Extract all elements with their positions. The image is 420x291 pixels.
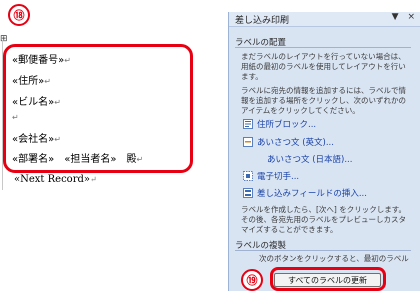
section-divider (235, 47, 411, 48)
address-block-icon (243, 119, 253, 129)
insert-merge-field-link[interactable]: 差し込みフィールドの挿入... (243, 187, 367, 199)
merge-field-company[interactable]: «会社名»↵ (12, 130, 61, 145)
document-area[interactable]: ⑱ ⊞ «郵便番号»↵ «住所»↵ «ビル名»↵ ↵ «会社名»↵ «部署名» … (0, 0, 226, 291)
field-text: «ビル名» (12, 97, 55, 108)
paragraph-mark: ↵ (54, 98, 61, 107)
address-block-link[interactable]: 住所ブロック... (243, 118, 316, 130)
add-info-description: ラベルに宛先の情報を追加するには、ラベルで情報を追加する場所をクリックし、次のい… (241, 86, 406, 115)
link-label: あいさつ文 (日本語)... (267, 155, 353, 165)
paragraph-mark: ↵ (54, 135, 61, 144)
link-label: 差し込みフィールドの挿入... (257, 189, 367, 199)
mail-merge-pane: 差し込み印刷 ▼ × ラベルの配置 まだラベルのレイアウトを行っていない場合は、… (228, 12, 420, 291)
close-icon[interactable]: × (407, 12, 415, 22)
paragraph-mark: ↵ (44, 77, 51, 86)
link-label: あいさつ文 (英文)... (257, 138, 334, 148)
section-divider (235, 250, 411, 251)
field-text: «Next Record» (14, 174, 90, 185)
merge-field-address[interactable]: «住所»↵ (12, 72, 51, 87)
update-all-labels-button[interactable]: すべてのラベルの更新 (274, 273, 381, 287)
link-label: 電子切手... (257, 172, 300, 182)
field-text: «郵便番号» (12, 55, 65, 66)
paragraph-mark: ↵ (64, 56, 71, 65)
annotation-19: ⑲ (241, 269, 263, 291)
copy-description: 次のボタンをクリックすると、最初のラベルのレイアウトをページの他のラベルにコピー… (259, 254, 409, 263)
postage-link[interactable]: 電子切手... (243, 170, 299, 182)
merge-field-icon (243, 188, 253, 198)
next-step-description: ラベルを作成したら、[次へ] をクリックします。その後、各宛先用のラベルをプレビ… (241, 205, 406, 234)
greeting-line-icon (243, 137, 253, 147)
link-label: 住所ブロック... (257, 120, 317, 130)
dropdown-icon[interactable]: ▼ (392, 12, 399, 22)
paragraph-mark: ↵ (12, 113, 19, 122)
pane-header: 差し込み印刷 ▼ × (229, 12, 420, 27)
merge-field-postal-code[interactable]: «郵便番号»↵ (12, 51, 71, 66)
merge-field-building[interactable]: «ビル名»↵ (12, 93, 61, 108)
merge-field-department-contact[interactable]: «部署名» «担当者名» 殿↵ (12, 150, 143, 165)
greeting-line-jp-link[interactable]: あいさつ文 (日本語)... (267, 153, 352, 165)
postage-icon (243, 171, 253, 181)
pane-title: 差し込み印刷 (235, 16, 290, 26)
paragraph-mark: ↵ (90, 175, 97, 184)
field-text: «部署名» «担当者名» 殿 (12, 154, 137, 165)
empty-line[interactable]: ↵ (12, 112, 19, 123)
paragraph-mark: ↵ (136, 155, 144, 164)
layout-description: まだラベルのレイアウトを行っていない場合は、用紙の最初のラベルを使用してレイアウ… (241, 52, 406, 81)
field-text: «住所» (12, 76, 45, 87)
annotation-18: ⑱ (8, 4, 30, 26)
field-text: «会社名» (12, 134, 55, 145)
greeting-line-en-link[interactable]: あいさつ文 (英文)... (243, 136, 334, 148)
next-record-field[interactable]: «Next Record»↵ (14, 174, 97, 185)
